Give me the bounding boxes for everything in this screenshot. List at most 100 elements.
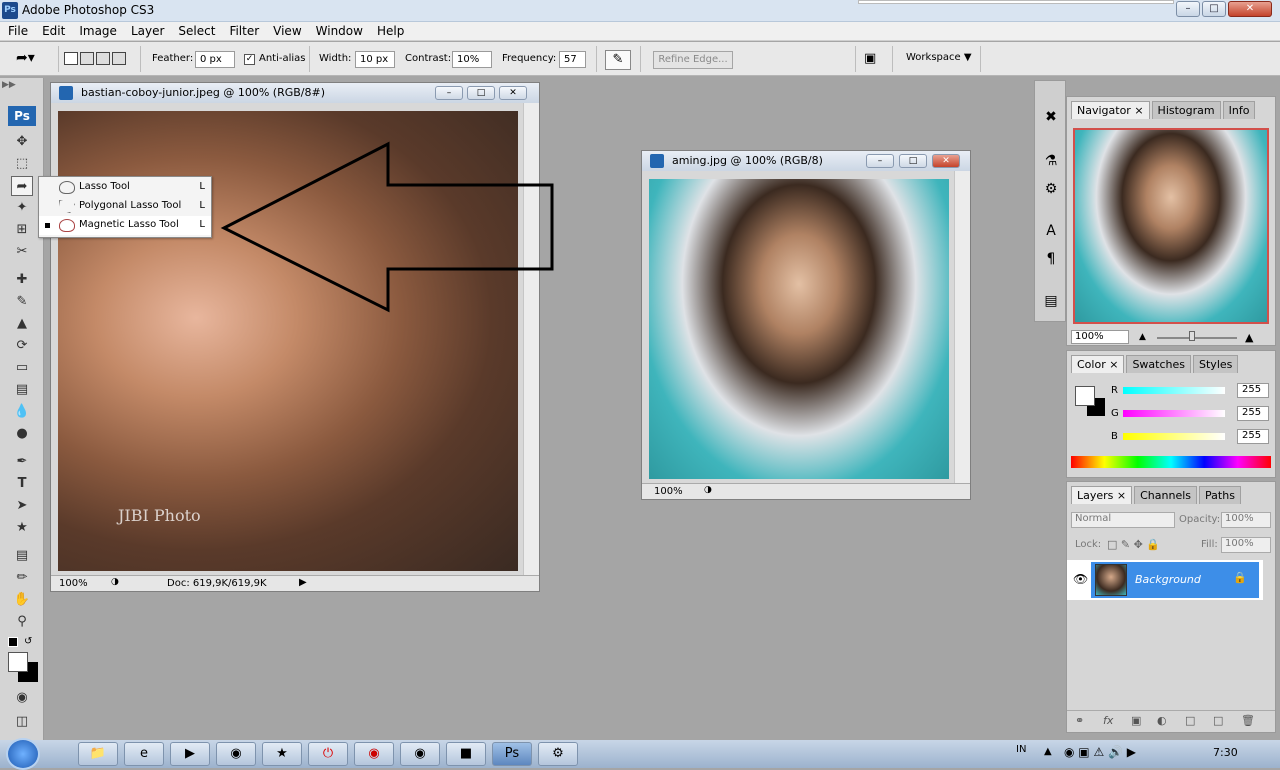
layer-style-icon[interactable]: fx (1103, 714, 1113, 727)
power-icon[interactable]: ⏻ (308, 742, 348, 766)
close-button[interactable]: ✕ (1228, 1, 1272, 17)
doc2-maximize-button[interactable]: □ (899, 154, 927, 168)
width-input[interactable]: 10 px (355, 51, 395, 68)
color-fg-swatch[interactable] (1075, 386, 1095, 406)
intersect-selection-icon[interactable] (112, 52, 126, 65)
clone-stamp-icon[interactable]: ▲ (11, 314, 33, 334)
g-slider[interactable] (1123, 410, 1225, 417)
tab-channels[interactable]: Channels (1134, 486, 1198, 504)
marquee-tool-icon[interactable]: ⬚ (11, 154, 33, 174)
g-value[interactable]: 255 (1237, 406, 1269, 421)
layer-comps-icon[interactable]: ▤ (1040, 293, 1062, 315)
b-value[interactable]: 255 (1237, 429, 1269, 444)
lasso-tool-icon[interactable]: ➦ (11, 176, 33, 196)
start-button[interactable] (6, 738, 40, 770)
bridge-icon[interactable]: ▣ (864, 51, 886, 69)
app-icon-5[interactable]: ★ (262, 742, 302, 766)
document-2-titlebar[interactable]: aming.jpg @ 100% (RGB/8) – □ ✕ (642, 151, 970, 171)
subtract-selection-icon[interactable] (96, 52, 110, 65)
new-layer-icon[interactable]: □ (1213, 714, 1223, 727)
tab-swatches[interactable]: Swatches (1126, 355, 1192, 373)
crop-tool-icon[interactable]: ⊞ (11, 220, 33, 240)
feather-input[interactable]: 0 px (195, 51, 235, 68)
tool-preset-lasso-icon[interactable]: ➦▾ (16, 50, 50, 70)
doc2-close-button[interactable]: ✕ (932, 154, 960, 168)
tab-histogram[interactable]: Histogram (1151, 101, 1221, 119)
adjustment-layer-icon[interactable]: ◐ (1157, 714, 1167, 727)
menu-file[interactable]: File (8, 24, 28, 38)
app-icon-7[interactable]: ◉ (354, 742, 394, 766)
paragraph-icon[interactable]: ¶ (1040, 251, 1062, 273)
doc1-close-button[interactable]: ✕ (499, 86, 527, 100)
add-selection-icon[interactable] (80, 52, 94, 65)
menu-help[interactable]: Help (377, 24, 404, 38)
tray-expand-icon[interactable]: ▲ (1044, 746, 1052, 757)
layer-row-background[interactable]: 👁 Background 🔒 (1067, 560, 1263, 600)
type-tool-icon[interactable]: T (11, 474, 33, 494)
menu-layer[interactable]: Layer (131, 24, 164, 38)
tab-layers[interactable]: Layers × (1071, 486, 1133, 504)
dodge-tool-icon[interactable]: ● (11, 424, 33, 444)
link-layers-icon[interactable]: ⚭ (1075, 714, 1084, 727)
swap-colors-icon[interactable]: ↺ (24, 636, 32, 647)
explorer-icon[interactable]: 📁 (78, 742, 118, 766)
minimize-button[interactable]: – (1176, 1, 1200, 17)
zoom-out-icon[interactable]: ▲ (1139, 332, 1146, 342)
zoom-tool-icon[interactable]: ⚲ (11, 612, 33, 632)
brush-tool-icon[interactable]: ✎ (11, 292, 33, 312)
hand-tool-icon[interactable]: ✋ (11, 590, 33, 610)
contrast-input[interactable]: 10% (452, 51, 492, 68)
gradient-tool-icon[interactable]: ▤ (11, 380, 33, 400)
history-brush-icon[interactable]: ⟳ (11, 336, 33, 356)
menu-edit[interactable]: Edit (42, 24, 65, 38)
layer-mask-icon[interactable]: ▣ (1131, 714, 1141, 727)
navigator-thumbnail[interactable] (1073, 128, 1269, 324)
tray-icons[interactable]: ◉ ▣ ⚠ 🔊 ▶ (1064, 745, 1136, 759)
media-player-icon[interactable]: ▶ (170, 742, 210, 766)
document-2-scrollbar[interactable] (954, 171, 970, 483)
fill-field[interactable]: 100% (1221, 537, 1271, 553)
default-colors-icon[interactable] (8, 637, 18, 647)
clone-source-icon[interactable]: ⚙ (1040, 181, 1062, 203)
character-icon[interactable]: A (1040, 223, 1062, 245)
move-tool-icon[interactable]: ✥ (11, 132, 33, 152)
navigator-zoom-field[interactable]: 100% (1071, 330, 1129, 344)
app-icon-4[interactable]: ◉ (216, 742, 256, 766)
zoom-slider-thumb[interactable] (1189, 331, 1195, 341)
foreground-color-swatch[interactable] (8, 652, 28, 672)
frequency-input[interactable]: 57 (559, 51, 586, 68)
doc1-status-menu-icon[interactable]: ▶ (299, 577, 307, 588)
workspace-menu[interactable]: Workspace ▼ (906, 52, 972, 63)
chrome-icon[interactable]: ◉ (400, 742, 440, 766)
menu-select[interactable]: Select (178, 24, 215, 38)
color-ramp[interactable] (1071, 456, 1271, 468)
notes-tool-icon[interactable]: ▤ (11, 546, 33, 566)
pen-pressure-icon[interactable]: ✎ (605, 50, 631, 70)
tab-info[interactable]: Info (1222, 101, 1256, 119)
lock-options-icon[interactable]: □ ✎ ✥ 🔒 (1107, 538, 1160, 551)
eyedropper-icon[interactable]: ✏ (11, 568, 33, 588)
screen-mode-icon[interactable]: ◫ (11, 712, 33, 732)
language-indicator[interactable]: IN (1016, 744, 1026, 755)
antialias-checkbox[interactable]: ✓ (244, 54, 255, 65)
brushes-icon[interactable]: ⚗ (1040, 153, 1062, 175)
eraser-tool-icon[interactable]: ▭ (11, 358, 33, 378)
document-1-titlebar[interactable]: bastian-coboy-junior.jpeg @ 100% (RGB/8#… (51, 83, 539, 103)
doc1-minimize-button[interactable]: – (435, 86, 463, 100)
magic-wand-tool-icon[interactable]: ✦ (11, 198, 33, 218)
toolbox-collapse-icon[interactable]: ▶▶ (2, 80, 16, 90)
doc2-minimize-button[interactable]: – (866, 154, 894, 168)
quick-mask-icon[interactable]: ◉ (11, 688, 33, 708)
new-selection-icon[interactable] (64, 52, 78, 65)
doc1-zoom-value[interactable]: 100% (59, 578, 88, 589)
flyout-polygonal-lasso-tool[interactable]: Polygonal Lasso Tool L (39, 197, 211, 216)
doc1-maximize-button[interactable]: □ (467, 86, 495, 100)
pen-tool-icon[interactable]: ✒ (11, 452, 33, 472)
tab-paths[interactable]: Paths (1199, 486, 1241, 504)
doc2-zoom-icon[interactable]: ◑ (704, 485, 712, 495)
tab-navigator[interactable]: Navigator × (1071, 101, 1150, 119)
healing-brush-icon[interactable]: ✚ (11, 270, 33, 290)
maximize-button[interactable]: □ (1202, 1, 1226, 17)
tool-presets-icon[interactable]: ✖ (1040, 109, 1062, 131)
r-value[interactable]: 255 (1237, 383, 1269, 398)
